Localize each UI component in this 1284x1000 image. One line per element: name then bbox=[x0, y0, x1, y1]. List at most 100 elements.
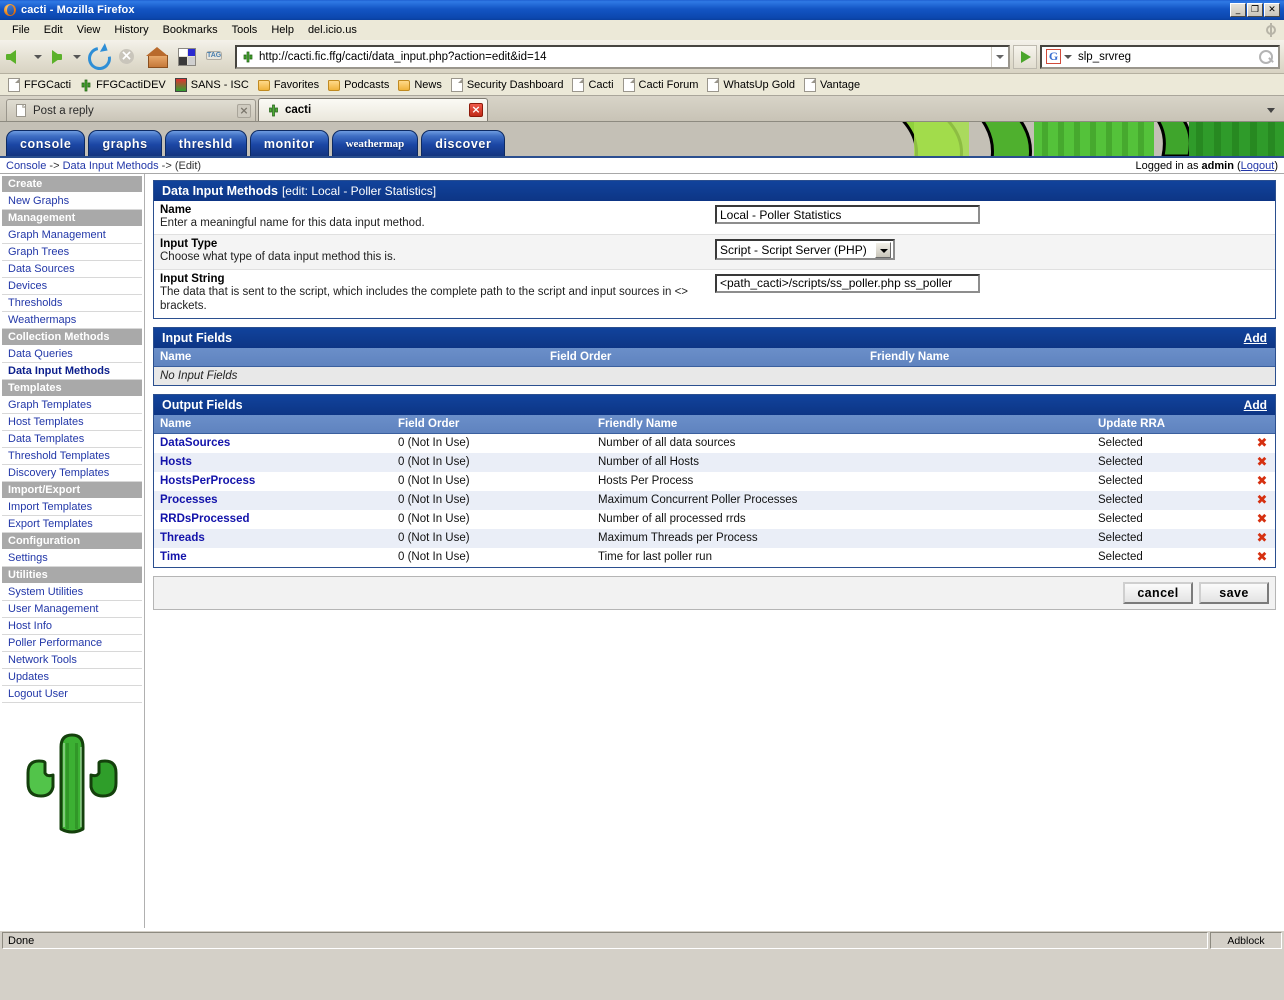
cancel-button[interactable]: cancel bbox=[1123, 581, 1193, 604]
input-type-select[interactable]: Script - Script Server (PHP) bbox=[715, 239, 895, 261]
sidebar-item-logout-user[interactable]: Logout User bbox=[2, 686, 142, 703]
close-button[interactable]: ✕ bbox=[1264, 3, 1280, 17]
sidebar-item-thresholds[interactable]: Thresholds bbox=[2, 295, 142, 312]
logout-link[interactable]: Logout bbox=[1241, 160, 1275, 172]
sidebar-item-poller-performance[interactable]: Poller Performance bbox=[2, 635, 142, 652]
sidebar-item-export-templates[interactable]: Export Templates bbox=[2, 516, 142, 533]
chevron-down-icon[interactable] bbox=[874, 242, 891, 259]
minimize-button[interactable]: _ bbox=[1230, 3, 1246, 17]
delete-x-icon[interactable]: ✖ bbox=[1249, 510, 1275, 529]
output-field-name-link[interactable]: HostsPerProcess bbox=[154, 472, 392, 491]
tag-button[interactable]: TAG bbox=[203, 43, 231, 71]
breadcrumb-data-input-methods[interactable]: Data Input Methods bbox=[63, 160, 159, 172]
restore-button[interactable]: ❐ bbox=[1247, 3, 1263, 17]
output-field-name-link[interactable]: DataSources bbox=[154, 433, 392, 453]
close-icon[interactable] bbox=[469, 103, 483, 117]
url-dropdown-icon[interactable] bbox=[991, 46, 1006, 67]
name-input[interactable] bbox=[715, 205, 980, 224]
bookmark-item[interactable]: FFGCacti bbox=[8, 77, 71, 92]
search-bar[interactable]: G slp_srvreg bbox=[1040, 44, 1280, 69]
output-field-name-link[interactable]: Threads bbox=[154, 529, 392, 548]
go-button[interactable] bbox=[1013, 44, 1037, 69]
sidebar-item-network-tools[interactable]: Network Tools bbox=[2, 652, 142, 669]
menu-view[interactable]: View bbox=[70, 22, 108, 38]
menu-delicious[interactable]: del.icio.us bbox=[301, 22, 364, 38]
bookmark-item[interactable]: News bbox=[398, 78, 442, 91]
bookmark-item[interactable]: Podcasts bbox=[328, 78, 389, 91]
bookmark-item[interactable]: Cacti Forum bbox=[622, 77, 698, 92]
sidebar-item-user-management[interactable]: User Management bbox=[2, 601, 142, 618]
sidebar-item-graph-templates[interactable]: Graph Templates bbox=[2, 397, 142, 414]
cacti-tab-graphs[interactable]: graphs bbox=[88, 130, 162, 156]
bookmark-item[interactable]: Security Dashboard bbox=[450, 77, 563, 92]
cacti-tab-console[interactable]: console bbox=[6, 130, 86, 156]
delete-x-icon[interactable]: ✖ bbox=[1249, 491, 1275, 510]
menu-history[interactable]: History bbox=[107, 22, 155, 38]
output-field-name-link[interactable]: Hosts bbox=[154, 453, 392, 472]
menu-file[interactable]: File bbox=[5, 22, 37, 38]
add-output-field-link[interactable]: Add bbox=[1244, 398, 1267, 412]
menu-help[interactable]: Help bbox=[264, 22, 301, 38]
bookmark-item[interactable]: FFGCactiDEV bbox=[80, 78, 166, 92]
sidebar-item-devices[interactable]: Devices bbox=[2, 278, 142, 295]
search-input[interactable]: slp_srvreg bbox=[1074, 51, 1256, 63]
delete-x-icon[interactable]: ✖ bbox=[1249, 472, 1275, 491]
browser-tab[interactable]: Post a reply bbox=[6, 99, 256, 121]
forward-history-dropdown[interactable] bbox=[71, 44, 82, 70]
sidebar-item-data-sources[interactable]: Data Sources bbox=[2, 261, 142, 278]
delete-x-icon[interactable]: ✖ bbox=[1249, 453, 1275, 472]
sidebar-item-threshold-templates[interactable]: Threshold Templates bbox=[2, 448, 142, 465]
grid-button[interactable] bbox=[173, 43, 201, 71]
sidebar-item-data-queries[interactable]: Data Queries bbox=[2, 346, 142, 363]
bookmark-item[interactable]: Favorites bbox=[257, 78, 319, 91]
home-button[interactable] bbox=[143, 43, 171, 71]
delete-x-icon[interactable]: ✖ bbox=[1249, 548, 1275, 567]
sidebar-item-host-info[interactable]: Host Info bbox=[2, 618, 142, 635]
bookmark-item[interactable]: WhatsUp Gold bbox=[707, 77, 795, 92]
google-icon[interactable]: G bbox=[1046, 49, 1061, 64]
bookmark-item[interactable]: SANS - ISC bbox=[174, 77, 249, 92]
sidebar-item-data-templates[interactable]: Data Templates bbox=[2, 431, 142, 448]
save-button[interactable]: save bbox=[1199, 581, 1269, 604]
reload-button[interactable] bbox=[83, 43, 111, 71]
delete-x-icon[interactable]: ✖ bbox=[1249, 529, 1275, 548]
search-engine-dropdown-icon[interactable] bbox=[1062, 47, 1074, 67]
menu-edit[interactable]: Edit bbox=[37, 22, 70, 38]
sidebar-item-weathermaps[interactable]: Weathermaps bbox=[2, 312, 142, 329]
sidebar-item-graph-trees[interactable]: Graph Trees bbox=[2, 244, 142, 261]
sidebar-item-import-templates[interactable]: Import Templates bbox=[2, 499, 142, 516]
sidebar-item-data-input-methods[interactable]: Data Input Methods bbox=[2, 363, 142, 380]
back-history-dropdown[interactable] bbox=[32, 44, 43, 70]
output-field-name-link[interactable]: Processes bbox=[154, 491, 392, 510]
cacti-tab-weathermap[interactable]: weathermap bbox=[331, 130, 419, 156]
add-input-field-link[interactable]: Add bbox=[1244, 331, 1267, 345]
input-string-input[interactable] bbox=[715, 273, 980, 293]
cacti-tab-discover[interactable]: discover bbox=[421, 130, 506, 156]
adblock-status[interactable]: Adblock bbox=[1210, 932, 1282, 949]
menu-bookmarks[interactable]: Bookmarks bbox=[156, 22, 225, 38]
tab-list-dropdown[interactable] bbox=[1264, 103, 1278, 117]
cacti-tab-threshld[interactable]: threshld bbox=[164, 130, 247, 156]
breadcrumb-console[interactable]: Console bbox=[6, 160, 46, 172]
back-button[interactable] bbox=[4, 44, 32, 70]
sidebar-item-system-utilities[interactable]: System Utilities bbox=[2, 584, 142, 601]
stop-button[interactable] bbox=[113, 43, 141, 71]
bookmark-item[interactable]: Cacti bbox=[572, 77, 614, 92]
sidebar-item-settings[interactable]: Settings bbox=[2, 550, 142, 567]
output-field-name-link[interactable]: Time bbox=[154, 548, 392, 567]
output-field-name-link[interactable]: RRDsProcessed bbox=[154, 510, 392, 529]
sidebar-item-updates[interactable]: Updates bbox=[2, 669, 142, 686]
bookmark-item[interactable]: Vantage bbox=[803, 77, 860, 92]
delete-x-icon[interactable]: ✖ bbox=[1249, 433, 1275, 453]
forward-button[interactable] bbox=[43, 44, 71, 70]
sidebar-item-host-templates[interactable]: Host Templates bbox=[2, 414, 142, 431]
sidebar-item-new-graphs[interactable]: New Graphs bbox=[2, 193, 142, 210]
browser-tab[interactable]: cacti bbox=[258, 98, 488, 121]
sidebar-item-graph-management[interactable]: Graph Management bbox=[2, 227, 142, 244]
sidebar-item-discovery-templates[interactable]: Discovery Templates bbox=[2, 465, 142, 482]
cacti-tab-monitor[interactable]: monitor bbox=[249, 130, 329, 156]
url-bar[interactable]: http://cacti.fic.ffg/cacti/data_input.ph… bbox=[235, 44, 1010, 69]
close-icon[interactable] bbox=[237, 103, 251, 118]
menu-tools[interactable]: Tools bbox=[225, 22, 265, 38]
magnifier-icon[interactable] bbox=[1256, 47, 1276, 67]
